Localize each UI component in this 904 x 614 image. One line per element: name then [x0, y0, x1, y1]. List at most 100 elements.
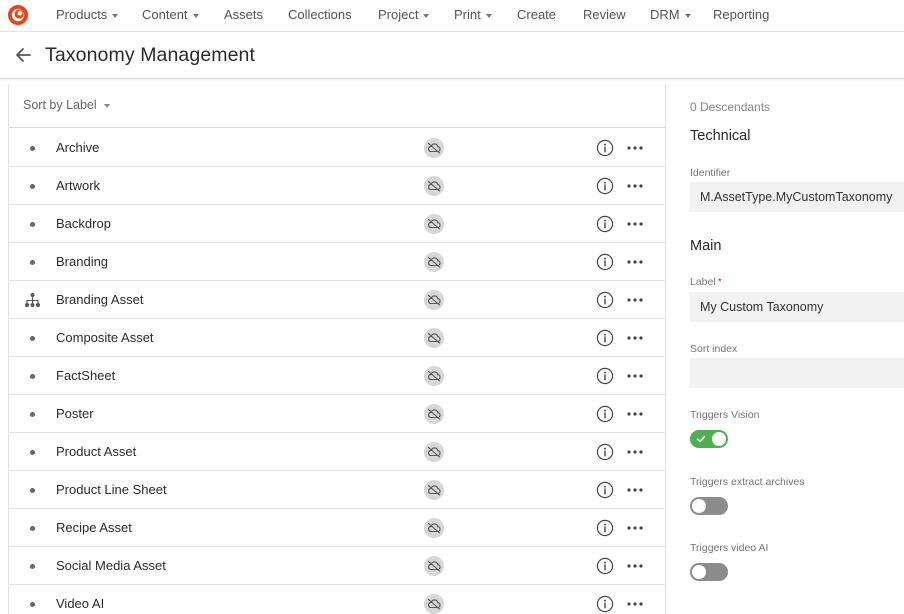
cloud-off-icon[interactable] [424, 556, 444, 576]
list-item-label: Artwork [56, 178, 101, 193]
info-icon[interactable] [596, 253, 614, 271]
bullet-icon [30, 526, 35, 531]
cloud-off-icon[interactable] [424, 594, 444, 614]
info-icon[interactable] [596, 215, 614, 233]
app-logo-icon[interactable] [7, 4, 29, 26]
nav-item-reporting[interactable]: Reporting [713, 0, 769, 32]
more-options-icon[interactable] [625, 139, 645, 157]
triggers-extract-toggle[interactable] [690, 497, 728, 515]
chevron-down-icon [192, 13, 199, 18]
more-options-icon[interactable] [625, 177, 645, 195]
list-item-label: Recipe Asset [56, 520, 132, 535]
nav-item-drm[interactable]: DRM [650, 0, 691, 32]
label-field[interactable]: My Custom Taxonomy [690, 292, 904, 322]
info-icon[interactable] [596, 291, 614, 309]
nav-item-label: Collections [288, 7, 352, 22]
list-item[interactable]: Video AI [9, 585, 665, 614]
toggle-knob [692, 499, 706, 513]
list-item[interactable]: Backdrop [9, 205, 665, 243]
chevron-down-icon [103, 103, 110, 108]
back-arrow-icon[interactable] [14, 45, 32, 65]
cloud-off-icon[interactable] [424, 404, 444, 424]
cloud-off-icon[interactable] [424, 518, 444, 538]
top-navigation: Products Content Assets Collections Project P… [0, 0, 904, 32]
nav-item-print[interactable]: Print [454, 0, 492, 32]
list-item[interactable]: Product Line Sheet [9, 471, 665, 509]
identifier-field[interactable]: M.AssetType.MyCustomTaxonomy [690, 182, 904, 212]
list-item[interactable]: Archive [9, 129, 665, 167]
cloud-off-icon[interactable] [424, 366, 444, 386]
sort-bar: Sort by Label [9, 84, 665, 128]
list-item[interactable]: FactSheet [9, 357, 665, 395]
nav-item-label: Project [378, 7, 419, 22]
more-options-icon[interactable] [625, 367, 645, 385]
list-item-label: Composite Asset [56, 330, 154, 345]
info-icon[interactable] [596, 595, 614, 613]
nav-item-review[interactable]: Review [583, 0, 626, 32]
bullet-icon [30, 564, 35, 569]
more-options-icon[interactable] [625, 443, 645, 461]
triggers-vision-label: Triggers Vision [690, 409, 760, 421]
info-icon[interactable] [596, 177, 614, 195]
nav-item-label: DRM [650, 7, 680, 22]
list-item-label: Branding Asset [56, 292, 144, 307]
list-item[interactable]: Artwork [9, 167, 665, 205]
cloud-off-icon[interactable] [424, 480, 444, 500]
info-icon[interactable] [596, 557, 614, 575]
bullet-icon [30, 450, 35, 455]
cloud-off-icon[interactable] [424, 214, 444, 234]
nav-item-assets[interactable]: Assets [224, 0, 263, 32]
list-item[interactable]: Composite Asset [9, 319, 665, 357]
cloud-off-icon[interactable] [424, 290, 444, 310]
list-item-label: Branding [56, 254, 109, 269]
descendants-count: 0 Descendants [690, 100, 771, 114]
list-item[interactable]: Branding Asset [9, 281, 665, 319]
sort-dropdown[interactable]: Sort by Label [23, 98, 110, 112]
list-item-label: FactSheet [56, 368, 116, 383]
triggers-video-toggle[interactable] [690, 563, 728, 581]
list-item[interactable]: Recipe Asset [9, 509, 665, 547]
info-icon[interactable] [596, 139, 614, 157]
triggers-video-label: Triggers video AI [690, 542, 769, 554]
nav-item-label: Assets [224, 7, 264, 22]
hierarchy-icon [24, 292, 41, 308]
more-options-icon[interactable] [625, 215, 645, 233]
more-options-icon[interactable] [625, 405, 645, 423]
list-item[interactable]: Branding [9, 243, 665, 281]
info-icon[interactable] [596, 405, 614, 423]
cloud-off-icon[interactable] [424, 328, 444, 348]
more-options-icon[interactable] [625, 253, 645, 271]
chevron-down-icon [423, 13, 430, 18]
nav-item-products[interactable]: Products [56, 0, 119, 32]
bullet-icon [30, 374, 35, 379]
list-item[interactable]: Product Asset [9, 433, 665, 471]
nav-item-project[interactable]: Project [378, 0, 430, 32]
nav-item-collections[interactable]: Collections [288, 0, 352, 32]
info-icon[interactable] [596, 481, 614, 499]
nav-item-label: Reporting [713, 7, 770, 22]
more-options-icon[interactable] [625, 519, 645, 537]
nav-item-label: Content [142, 7, 188, 22]
list-item[interactable]: Poster [9, 395, 665, 433]
info-icon[interactable] [596, 443, 614, 461]
info-icon[interactable] [596, 329, 614, 347]
cloud-off-icon[interactable] [424, 138, 444, 158]
cloud-off-icon[interactable] [424, 442, 444, 462]
more-options-icon[interactable] [625, 291, 645, 309]
list-item-label: Backdrop [56, 216, 111, 231]
list-item[interactable]: Social Media Asset [9, 547, 665, 585]
info-icon[interactable] [596, 519, 614, 537]
more-options-icon[interactable] [625, 557, 645, 575]
triggers-vision-toggle[interactable] [690, 430, 728, 448]
more-options-icon[interactable] [625, 329, 645, 347]
sort-dropdown-label: Sort by Label [23, 98, 97, 112]
cloud-off-icon[interactable] [424, 252, 444, 272]
nav-item-create[interactable]: Create [517, 0, 556, 32]
more-options-icon[interactable] [625, 595, 645, 613]
sort-index-field[interactable] [690, 358, 904, 388]
info-icon[interactable] [596, 367, 614, 385]
nav-item-label: Create [517, 7, 557, 22]
cloud-off-icon[interactable] [424, 176, 444, 196]
more-options-icon[interactable] [625, 481, 645, 499]
nav-item-content[interactable]: Content [142, 0, 199, 32]
